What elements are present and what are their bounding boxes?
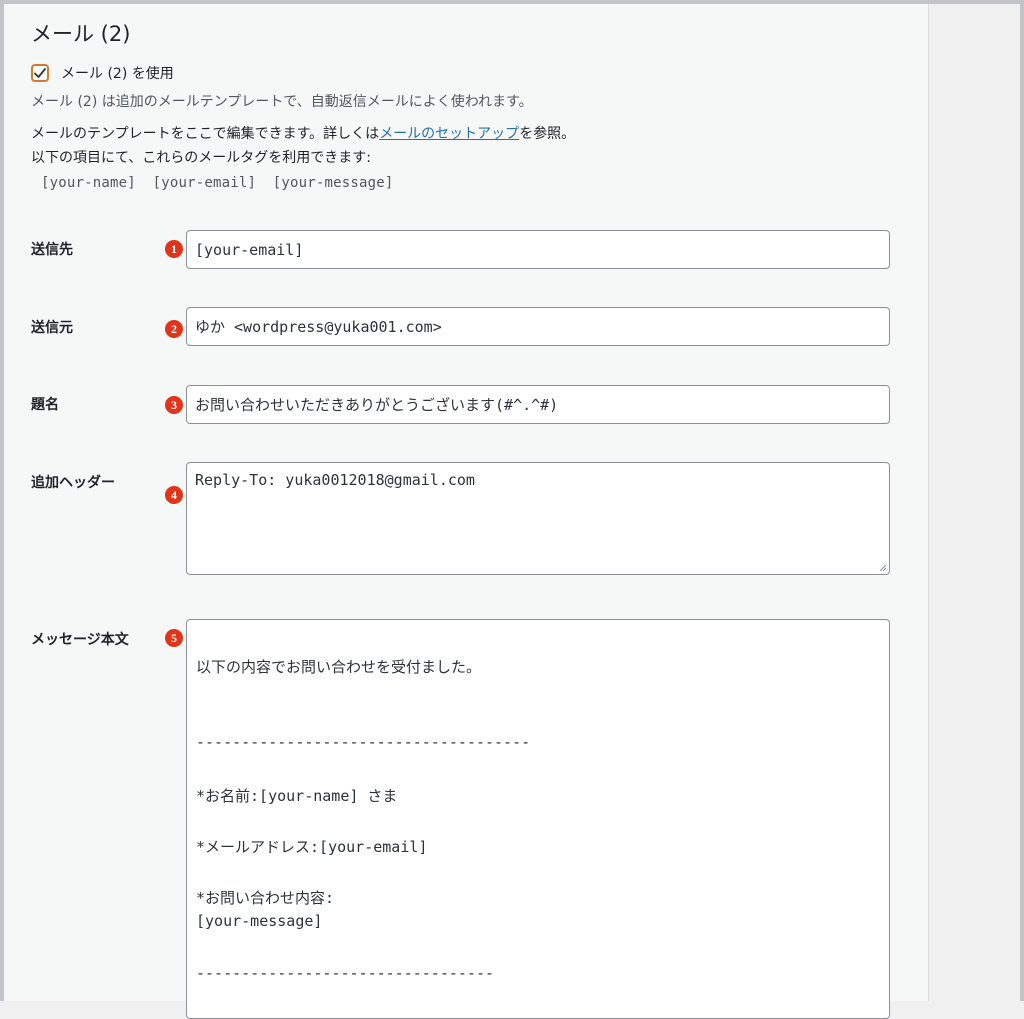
mail-tag: [your-message] bbox=[272, 175, 394, 191]
to-input[interactable]: [your-email] bbox=[186, 230, 890, 269]
badge-5-icon: 5 bbox=[165, 629, 183, 647]
additional-headers-textarea[interactable]: Reply-To: yuka0012018@gmail.com bbox=[186, 462, 890, 575]
message-body-label: メッセージ本文 bbox=[31, 632, 129, 648]
section-description: メール (2) は追加のメールテンプレートで、自動返信メールによく使われます。 bbox=[31, 94, 533, 110]
to-label: 送信先 bbox=[31, 242, 73, 258]
message-line: --------------------------------- bbox=[196, 964, 495, 982]
mail-tag: [your-name] bbox=[41, 175, 136, 191]
badge-2-icon: 2 bbox=[165, 320, 183, 338]
badge-4-icon: 4 bbox=[165, 486, 183, 504]
subject-label: 題名 bbox=[31, 397, 59, 413]
from-label: 送信元 bbox=[31, 320, 73, 336]
message-line: 以下の内容でお問い合わせを受付ました。 bbox=[196, 658, 482, 676]
side-panel bbox=[928, 4, 1020, 1001]
additional-headers-value: Reply-To: yuka0012018@gmail.com bbox=[195, 471, 475, 489]
message-line: ------------------------------------- bbox=[196, 733, 531, 751]
mail-tag: [your-email] bbox=[152, 175, 257, 191]
from-input[interactable]: ゆか <wordpress@yuka001.com> bbox=[186, 307, 890, 346]
message-line: [your-message] bbox=[196, 912, 323, 930]
checkmark-icon bbox=[34, 68, 46, 78]
mail-setup-link[interactable]: メールのセットアップ bbox=[379, 126, 519, 142]
message-line: *メールアドレス:[your-email] bbox=[196, 838, 428, 856]
message-body-textarea[interactable]: 以下の内容でお問い合わせを受付ました。 --------------------… bbox=[186, 619, 890, 1019]
section-title: メール (2) bbox=[31, 22, 131, 46]
tags-note: 以下の項目にて、これらのメールタグを利用できます: bbox=[31, 150, 372, 166]
template-note: メールのテンプレートをここで編集できます。詳しくはメールのセットアップを参照。 bbox=[31, 123, 575, 143]
use-mail-2-checkbox[interactable] bbox=[31, 64, 49, 82]
badge-1-icon: 1 bbox=[165, 240, 183, 258]
message-line: *お名前:[your-name] さま bbox=[196, 787, 398, 805]
badge-3-icon: 3 bbox=[165, 396, 183, 414]
template-note-text: メールのテンプレートをここで編集できます。詳しくは bbox=[31, 126, 380, 142]
resize-handle-icon[interactable] bbox=[877, 562, 887, 572]
use-mail-2-row[interactable]: メール (2) を使用 bbox=[31, 63, 174, 83]
use-mail-2-label[interactable]: メール (2) を使用 bbox=[61, 63, 174, 83]
message-line: *お問い合わせ内容: bbox=[196, 889, 335, 907]
template-note-suffix: を参照。 bbox=[519, 126, 576, 142]
additional-headers-label: 追加ヘッダー bbox=[31, 475, 115, 491]
mail-tags-list: [your-name] [your-email] [your-message] bbox=[41, 175, 402, 191]
subject-input[interactable]: お問い合わせいただきありがとうございます(#^.^#) bbox=[186, 385, 890, 424]
mail-2-panel: メール (2) メール (2) を使用 メール (2) は追加のメールテンプレー… bbox=[4, 4, 928, 1019]
